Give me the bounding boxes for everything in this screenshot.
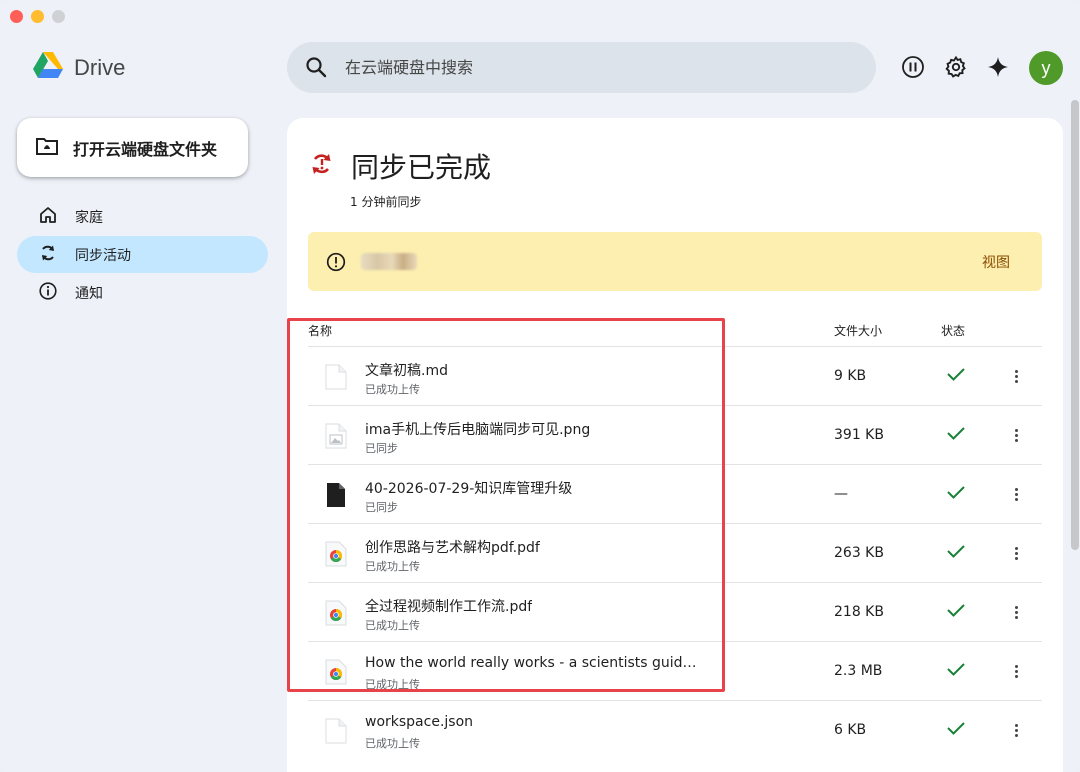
chrome-pdf-icon [325, 659, 347, 685]
table-row[interactable]: 40-2026-07-29-知识库管理升级 已同步 — [308, 464, 1042, 523]
gear-icon[interactable] [943, 54, 969, 80]
app-title: Drive [74, 55, 126, 80]
file-size: 9 KB [834, 368, 867, 384]
doc-icon [325, 482, 347, 508]
column-header-status[interactable]: 状态 [941, 322, 965, 339]
table-row[interactable]: workspace.json 已成功上传 6 KB [308, 700, 1042, 759]
close-window-button[interactable] [10, 10, 23, 23]
file-size: 6 KB [834, 722, 867, 738]
file-status: 已成功上传 [365, 560, 420, 573]
file-status: 已成功上传 [365, 383, 420, 396]
view-button[interactable]: 视图 [982, 252, 1010, 272]
warning-icon [326, 252, 346, 276]
info-icon [39, 281, 57, 304]
check-icon [946, 484, 966, 504]
file-name: 创作思路与艺术解构pdf.pdf [365, 540, 540, 556]
sidebar-item-label: 同步活动 [75, 247, 131, 264]
more-options-icon[interactable] [1008, 483, 1024, 505]
file-status: 已成功上传 [365, 619, 420, 632]
more-options-icon[interactable] [1008, 719, 1024, 741]
scrollbar[interactable] [1071, 100, 1079, 550]
avatar[interactable]: y [1029, 51, 1063, 85]
sparkle-icon[interactable] [985, 54, 1011, 80]
file-table: 文章初稿.md 已成功上传 9 KB ima手机上传后电脑端同步可见.png 已… [308, 346, 1042, 759]
file-icon [325, 364, 347, 390]
redacted-message [361, 253, 417, 270]
sidebar-item-notifications[interactable]: 通知 [17, 274, 268, 311]
drive-brand: Drive [32, 52, 125, 84]
search-icon[interactable] [305, 56, 327, 82]
file-size: 391 KB [834, 427, 884, 443]
check-icon [946, 543, 966, 563]
open-drive-folder-button[interactable]: 打开云端硬盘文件夹 [17, 118, 248, 177]
minimize-window-button[interactable] [31, 10, 44, 23]
check-icon [946, 661, 966, 681]
sidebar-item-sync-activity[interactable]: 同步活动 [17, 236, 268, 273]
open-button-label: 打开云端硬盘文件夹 [73, 139, 218, 159]
file-name: ima手机上传后电脑端同步可见.png [365, 422, 591, 438]
sidebar-item-label: 家庭 [75, 209, 103, 226]
drive-logo-icon [32, 52, 64, 84]
check-icon [946, 366, 966, 386]
page-title: 同步已完成 [351, 151, 492, 184]
window-controls [10, 10, 65, 23]
more-options-icon[interactable] [1008, 601, 1024, 623]
search-input[interactable] [345, 42, 845, 93]
file-size: — [834, 486, 848, 502]
file-size: 218 KB [834, 604, 884, 620]
column-header-name[interactable]: 名称 [308, 322, 332, 339]
home-icon [39, 206, 57, 228]
check-icon [946, 720, 966, 740]
more-options-icon[interactable] [1008, 424, 1024, 446]
file-size: 263 KB [834, 545, 884, 561]
file-status: 已同步 [365, 501, 398, 514]
table-row[interactable]: 文章初稿.md 已成功上传 9 KB [308, 346, 1042, 405]
chrome-pdf-icon [325, 600, 347, 626]
image-file-icon [325, 423, 347, 449]
table-row[interactable]: 创作思路与艺术解构pdf.pdf 已成功上传 263 KB [308, 523, 1042, 582]
sidebar-item-label: 通知 [75, 285, 103, 302]
sync-status-icon [309, 153, 335, 179]
file-name: How the world really works - a scientist… [365, 655, 705, 671]
table-row[interactable]: ima手机上传后电脑端同步可见.png 已同步 391 KB [308, 405, 1042, 464]
sync-activity-panel: 同步已完成 1 分钟前同步 视图 名称 文件大小 状态 文章初稿.md 已成功上… [287, 118, 1063, 772]
table-row[interactable]: 全过程视频制作工作流.pdf 已成功上传 218 KB [308, 582, 1042, 641]
more-options-icon[interactable] [1008, 365, 1024, 387]
file-name: workspace.json [365, 714, 474, 730]
pause-icon[interactable] [900, 54, 926, 80]
drive-window: Drive y [0, 0, 1080, 772]
file-status: 已成功上传 [365, 737, 420, 750]
file-status: 已成功上传 [365, 678, 420, 691]
check-icon [946, 602, 966, 622]
file-name: 40-2026-07-29-知识库管理升级 [365, 481, 573, 497]
more-options-icon[interactable] [1008, 660, 1024, 682]
file-name: 全过程视频制作工作流.pdf [365, 599, 533, 615]
chrome-pdf-icon [325, 541, 347, 567]
last-sync-time: 1 分钟前同步 [350, 195, 422, 209]
sync-icon [39, 244, 57, 266]
more-options-icon[interactable] [1008, 542, 1024, 564]
file-icon [325, 718, 347, 744]
file-name: 文章初稿.md [365, 363, 448, 379]
file-size: 2.3 MB [834, 663, 883, 679]
folder-icon [35, 136, 59, 160]
zoom-window-button[interactable] [52, 10, 65, 23]
check-icon [946, 425, 966, 445]
warning-banner: 视图 [308, 232, 1042, 291]
column-header-size[interactable]: 文件大小 [834, 322, 882, 339]
table-row[interactable]: How the world really works - a scientist… [308, 641, 1042, 700]
file-status: 已同步 [365, 442, 398, 455]
search-bar[interactable] [287, 42, 876, 93]
sidebar-item-home[interactable]: 家庭 [17, 198, 268, 235]
sync-header: 同步已完成 [309, 146, 491, 186]
